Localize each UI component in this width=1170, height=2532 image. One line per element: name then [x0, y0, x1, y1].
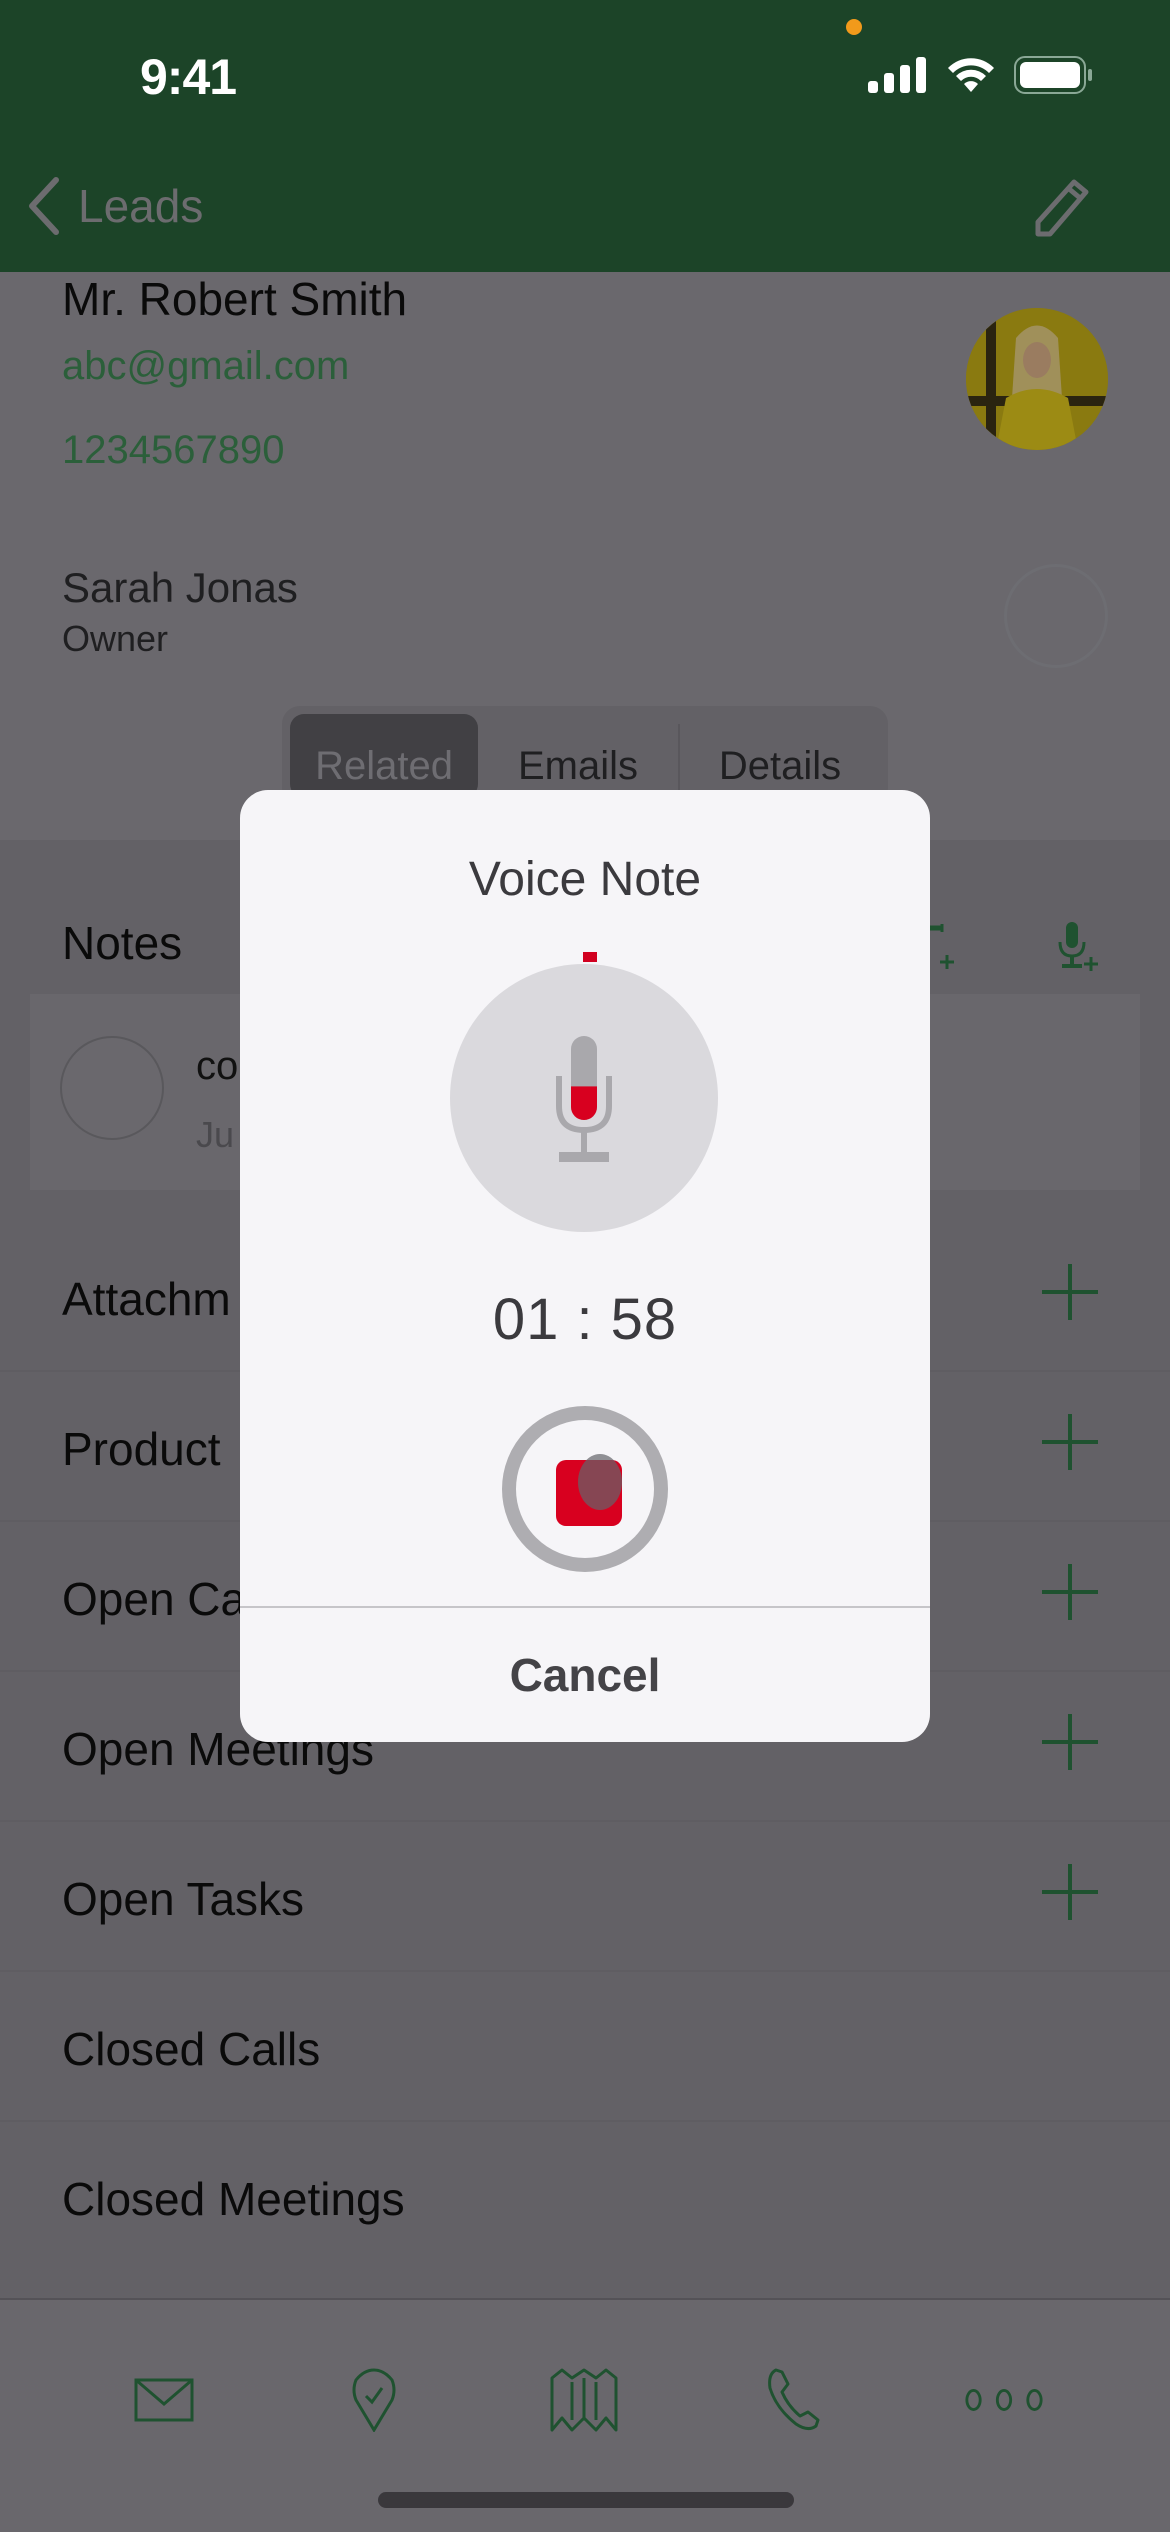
map-icon: [550, 2368, 618, 2432]
status-time: 9:41: [140, 49, 237, 105]
battery-icon: [1014, 56, 1092, 94]
privacy-indicator-dot: [846, 19, 862, 35]
recording-progress-arc: [583, 952, 597, 962]
related-row-open-tasks[interactable]: Open Tasks: [0, 1822, 1170, 1972]
status-icons: [868, 56, 1094, 94]
contact-name: Mr. Robert Smith: [62, 273, 408, 325]
microphone-level-meter: [549, 1036, 619, 1171]
notes-section-title: Notes: [62, 917, 183, 969]
add-attachment-icon[interactable]: [1042, 1264, 1098, 1320]
edit-button[interactable]: [1028, 176, 1092, 245]
note-timestamp: Ju: [196, 1114, 235, 1155]
related-label: Product: [62, 1423, 221, 1475]
recording-timer: 01 : 58: [492, 1287, 678, 1352]
contact-email-link[interactable]: abc@gmail.com: [62, 344, 349, 389]
phone-icon: [768, 2368, 820, 2431]
add-voice-note-icon: [1058, 922, 1098, 971]
add-task-icon[interactable]: [1042, 1864, 1098, 1920]
microphone-icon: [556, 1036, 612, 1162]
back-label: Leads: [78, 180, 204, 232]
more-icon: [965, 2389, 1043, 2411]
contact-phone-link[interactable]: 1234567890: [62, 428, 284, 473]
map-action-button[interactable]: [544, 2360, 624, 2440]
add-meeting-icon[interactable]: [1042, 1714, 1098, 1770]
wifi-icon: [948, 58, 994, 92]
add-product-icon[interactable]: [1042, 1414, 1098, 1470]
related-label: Closed Meetings: [62, 2173, 405, 2225]
home-indicator: [378, 2492, 794, 2508]
cancel-button[interactable]: Cancel: [240, 1608, 930, 1742]
mail-icon: [134, 2378, 194, 2422]
add-voice-note-button[interactable]: [1054, 922, 1104, 979]
related-row-closed-meetings[interactable]: Closed Meetings: [0, 2122, 1170, 2272]
note-author-avatar: [60, 1036, 164, 1140]
related-label: Attachm: [62, 1273, 231, 1325]
pencil-icon: [1035, 179, 1089, 237]
back-button[interactable]: Leads: [26, 176, 203, 236]
note-title: co: [196, 1044, 239, 1088]
check-in-action-button[interactable]: [334, 2360, 414, 2440]
location-check-icon: [352, 2368, 396, 2432]
navigation-header: 9:41 Leads: [0, 0, 1170, 272]
contact-photo: [966, 308, 1108, 450]
dialog-title: Voice Note: [468, 853, 702, 906]
owner-name: Sarah Jonas: [62, 564, 298, 611]
call-action-button[interactable]: [754, 2360, 834, 2440]
email-action-button[interactable]: [124, 2360, 204, 2440]
contact-avatar[interactable]: [966, 308, 1108, 450]
add-call-icon[interactable]: [1042, 1564, 1098, 1620]
touch-indicator: [578, 1454, 622, 1510]
tab-details[interactable]: Details: [680, 714, 880, 798]
stop-recording-button[interactable]: [502, 1406, 668, 1572]
cellular-signal-icon: [868, 57, 926, 93]
chevron-left-icon: [29, 177, 59, 235]
related-row-closed-calls[interactable]: Closed Calls: [0, 1972, 1170, 2122]
tab-related[interactable]: Related: [290, 714, 478, 798]
voice-note-dialog: Voice Note 01 : 58 Cancel: [240, 790, 930, 1742]
more-action-button[interactable]: [964, 2360, 1044, 2440]
related-label: Open Tasks: [62, 1873, 305, 1925]
owner-role: Owner: [62, 618, 169, 659]
related-label: Open Ca: [62, 1573, 247, 1625]
owner-avatar-placeholder: [1004, 564, 1108, 668]
tab-emails[interactable]: Emails: [478, 714, 678, 798]
related-label: Closed Calls: [62, 2023, 321, 2075]
